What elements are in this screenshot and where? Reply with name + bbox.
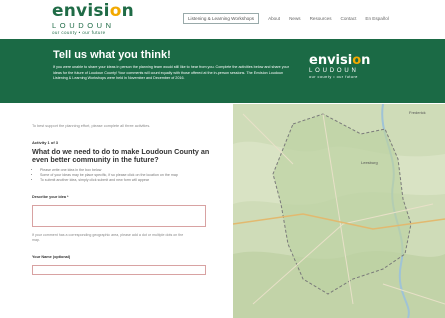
nav-item-resources[interactable]: Resources <box>310 16 332 21</box>
banner-title: Tell us what you think! <box>53 49 171 61</box>
banner-logo-tagline: our county • our future <box>309 75 358 79</box>
banner-logo-subtitle: LOUDOUN <box>309 68 359 74</box>
activity-label: Activity 1 of 3 <box>32 140 59 145</box>
idea-textarea[interactable] <box>32 205 206 227</box>
banner-logo: envision LOUDOUN our county • our future <box>309 54 389 79</box>
map-canvas[interactable]: Frederick Leesburg <box>233 104 445 318</box>
nav-item-contact[interactable]: Contact <box>341 16 357 21</box>
nav-item-workshops[interactable]: Listening & Learning Workshops <box>183 13 260 24</box>
activity-question: What do we need to do to make Loudoun Co… <box>32 147 210 164</box>
logo-tagline: our county • our future <box>52 30 106 35</box>
name-label: Your Name (optional) <box>32 255 71 259</box>
envision-loudoun-logo[interactable]: envision LOUDOUN our county • our future <box>52 3 162 37</box>
logo-subtitle: LOUDOUN <box>52 21 115 30</box>
name-input[interactable] <box>32 265 206 275</box>
banner-body: If you were unable to share your ideas i… <box>53 65 289 81</box>
instruction-list: Please write one idea in the box below S… <box>32 168 217 183</box>
hero-banner: Tell us what you think! If you were unab… <box>0 39 445 103</box>
main-nav: Listening & Learning Workshops About New… <box>183 13 398 24</box>
map-note: If your comment has a corresponding geog… <box>32 233 184 242</box>
nav-item-espanol[interactable]: En Español <box>365 16 389 21</box>
place-label: Leesburg <box>361 160 378 165</box>
banner-logo-wordmark: envision <box>309 53 371 68</box>
site-header: envision LOUDOUN our county • our future… <box>0 0 445 39</box>
place-label: Frederick <box>409 110 426 115</box>
form-intro: To best support the planning effort, ple… <box>32 124 151 128</box>
instruction-item: To submit another idea, simply click sub… <box>40 178 217 183</box>
idea-form: To best support the planning effort, ple… <box>32 124 217 275</box>
logo-wordmark: envision <box>52 1 134 21</box>
nav-item-news[interactable]: News <box>289 16 301 21</box>
county-map[interactable]: Frederick Leesburg <box>233 104 445 318</box>
idea-label: Describe your idea * <box>32 195 69 199</box>
nav-item-about[interactable]: About <box>268 16 280 21</box>
